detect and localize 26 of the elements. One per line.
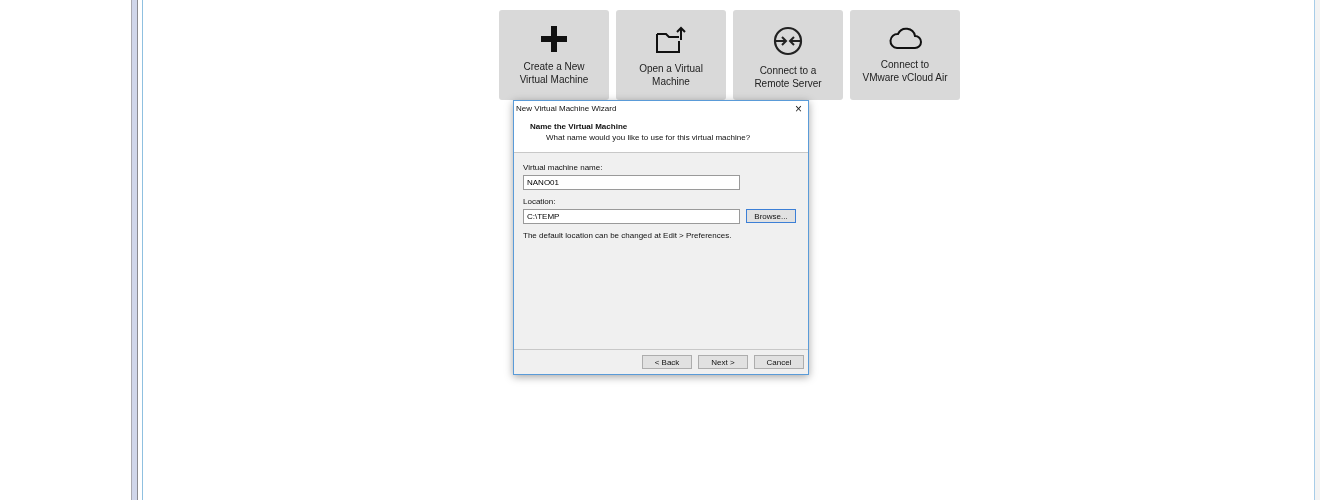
wizard-subheading: What name would you like to use for this virtual machine? (545, 133, 752, 142)
action-tile[interactable]: Create a New Virtual Machine (499, 10, 609, 100)
hint-text: The default location can be changed at Edit > Preferences. (523, 231, 733, 240)
field-label: Virtual machine name: (523, 163, 604, 172)
tile-label: Connect to a Remote Server (754, 64, 822, 90)
action-tile[interactable]: Open a Virtual Machine (616, 10, 726, 100)
browse-button[interactable]: Browse... (746, 209, 796, 223)
connection-arrows-icon (773, 26, 803, 56)
action-tile[interactable]: Connect to VMware vCloud Air (850, 10, 960, 100)
input-field[interactable]: C:\TEMP (523, 209, 740, 224)
plus-icon (541, 26, 567, 52)
input-field[interactable]: NANO01 (523, 175, 740, 190)
cloud-icon (888, 26, 922, 50)
field-label: Location: (523, 197, 557, 206)
tile-label: Open a Virtual Machine (639, 62, 703, 88)
wizard-button[interactable]: Next > (698, 355, 748, 369)
folder-upload-icon (655, 26, 687, 54)
wizard-heading: Name the Virtual Machine (530, 122, 629, 131)
tile-label: Connect to VMware vCloud Air (862, 58, 948, 84)
tile-label: Create a New Virtual Machine (519, 60, 589, 86)
window-title: New Virtual Machine Wizard (516, 104, 617, 113)
pane-splitter[interactable] (131, 0, 138, 500)
close-button[interactable]: × (793, 102, 804, 115)
wizard-button[interactable]: Cancel (754, 355, 804, 369)
action-tile[interactable]: Connect to a Remote Server (733, 10, 843, 100)
wizard-button[interactable]: < Back (642, 355, 692, 369)
